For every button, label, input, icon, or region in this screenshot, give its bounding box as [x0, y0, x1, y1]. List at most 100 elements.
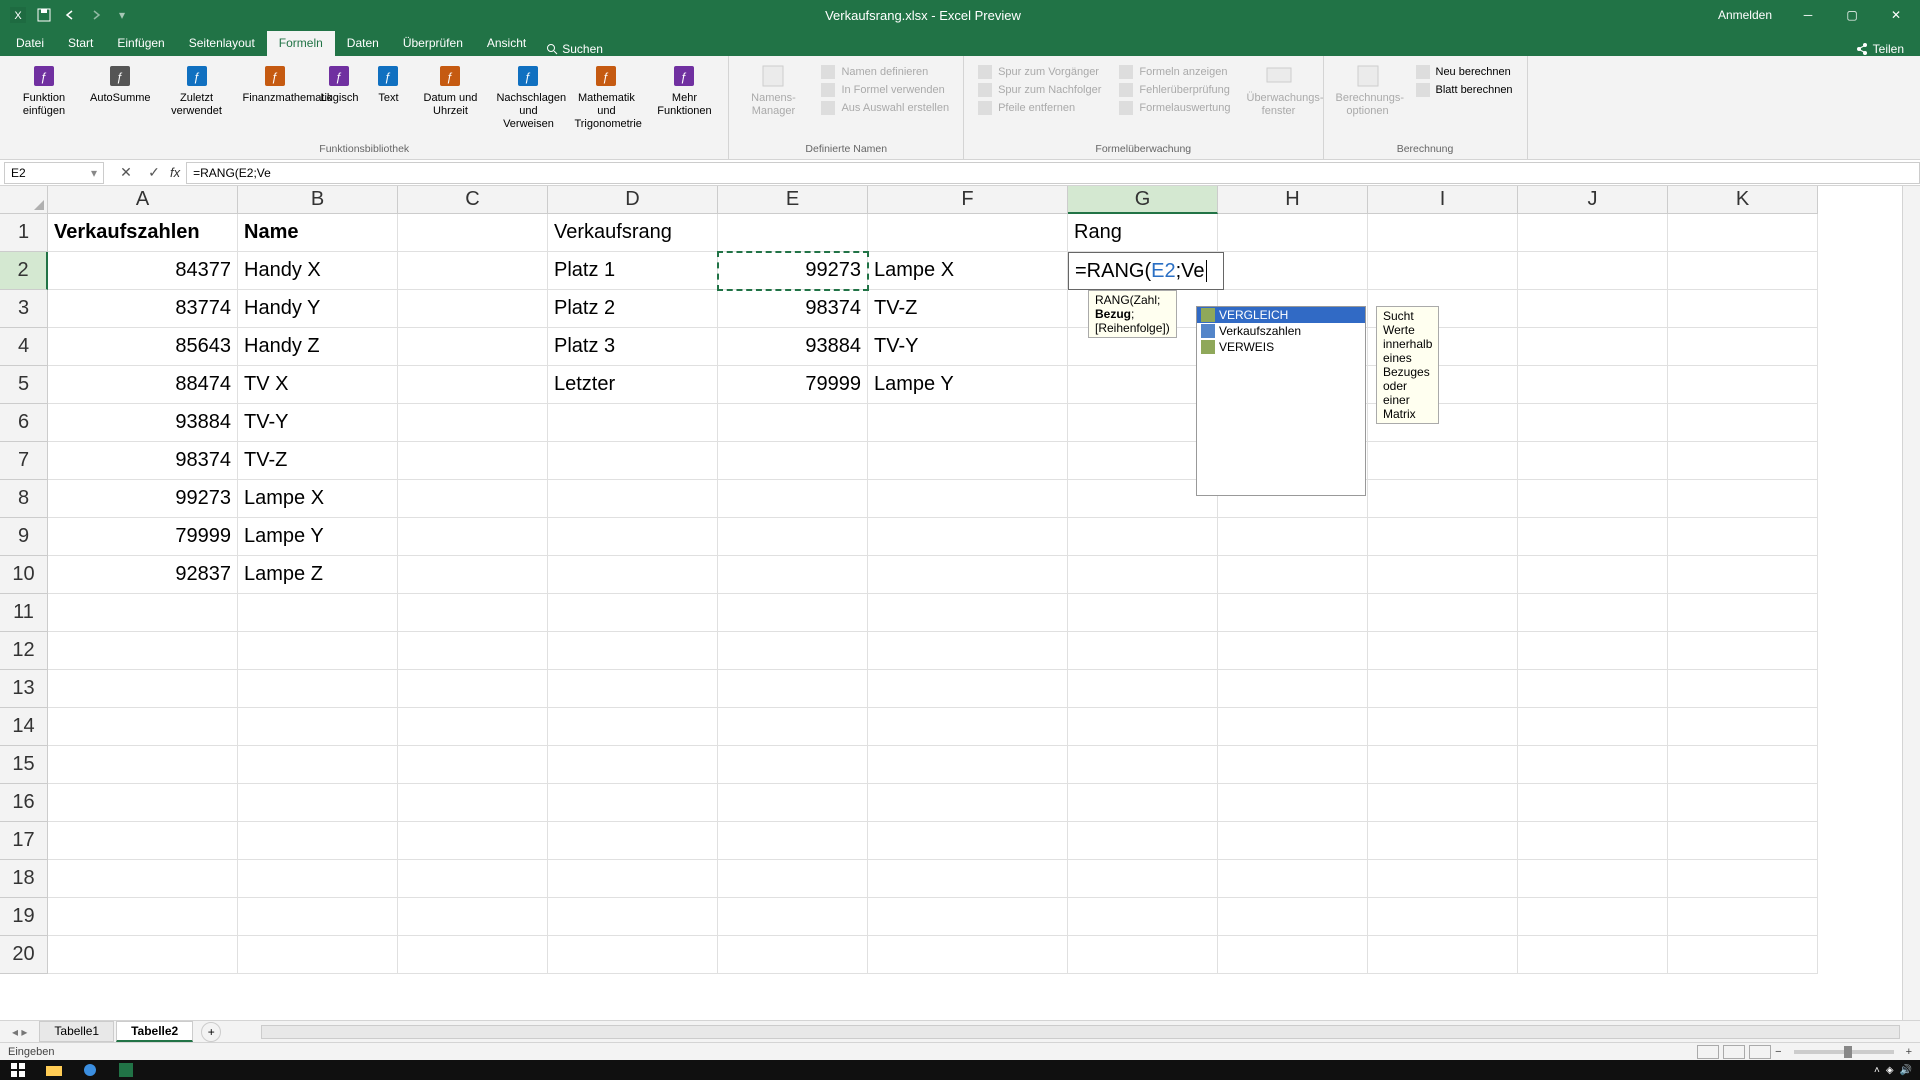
row-header[interactable]: 20 [0, 936, 48, 974]
row-header[interactable]: 13 [0, 670, 48, 708]
column-header[interactable]: K [1668, 186, 1818, 214]
zoom-slider[interactable] [1794, 1050, 1894, 1054]
ribbon-item[interactable]: Aus Auswahl erstellen [819, 100, 951, 116]
fn-lib-button[interactable]: ƒMehr Funktionen [646, 60, 722, 120]
column-header[interactable]: E [718, 186, 868, 214]
cell-J13[interactable] [1518, 670, 1668, 708]
cell-B7[interactable]: TV-Z [238, 442, 398, 480]
cell-F4[interactable]: TV-Y [868, 328, 1068, 366]
cell-G11[interactable] [1068, 594, 1218, 632]
cell-A12[interactable] [48, 632, 238, 670]
cell-J12[interactable] [1518, 632, 1668, 670]
cell-B16[interactable] [238, 784, 398, 822]
cell-I20[interactable] [1368, 936, 1518, 974]
cell-G19[interactable] [1068, 898, 1218, 936]
cell-J7[interactable] [1518, 442, 1668, 480]
cell-K16[interactable] [1668, 784, 1818, 822]
cell-J19[interactable] [1518, 898, 1668, 936]
cell-C15[interactable] [398, 746, 548, 784]
cell-I15[interactable] [1368, 746, 1518, 784]
cell-E18[interactable] [718, 860, 868, 898]
cell-A7[interactable]: 98374 [48, 442, 238, 480]
cell-I9[interactable] [1368, 518, 1518, 556]
cell-J15[interactable] [1518, 746, 1668, 784]
names-manager-button[interactable]: Namens-Manager [735, 60, 811, 120]
cell-K11[interactable] [1668, 594, 1818, 632]
cell-E4[interactable]: 93884 [718, 328, 868, 366]
cell-G15[interactable] [1068, 746, 1218, 784]
cell-F6[interactable] [868, 404, 1068, 442]
cell-C8[interactable] [398, 480, 548, 518]
cell-F3[interactable]: TV-Z [868, 290, 1068, 328]
row-header[interactable]: 2 [0, 252, 48, 290]
cell-F17[interactable] [868, 822, 1068, 860]
autocomplete-item[interactable]: VERGLEICH [1197, 307, 1365, 323]
ribbon-tab-einfügen[interactable]: Einfügen [105, 31, 176, 56]
undo-icon[interactable] [60, 5, 80, 25]
cell-K17[interactable] [1668, 822, 1818, 860]
cell-A17[interactable] [48, 822, 238, 860]
tell-me-search[interactable]: Suchen [546, 42, 603, 56]
cell-J18[interactable] [1518, 860, 1668, 898]
cell-E20[interactable] [718, 936, 868, 974]
column-header[interactable]: J [1518, 186, 1668, 214]
cell-E3[interactable]: 98374 [718, 290, 868, 328]
cell-D3[interactable]: Platz 2 [548, 290, 718, 328]
cell-G14[interactable] [1068, 708, 1218, 746]
cell-J2[interactable] [1518, 252, 1668, 290]
cell-E5[interactable]: 79999 [718, 366, 868, 404]
cell-H19[interactable] [1218, 898, 1368, 936]
redo-icon[interactable] [86, 5, 106, 25]
cell-E9[interactable] [718, 518, 868, 556]
cell-E15[interactable] [718, 746, 868, 784]
cell-H16[interactable] [1218, 784, 1368, 822]
cell-H9[interactable] [1218, 518, 1368, 556]
cell-E7[interactable] [718, 442, 868, 480]
cell-E16[interactable] [718, 784, 868, 822]
cell-J1[interactable] [1518, 214, 1668, 252]
ribbon-item[interactable]: Fehlerüberprüfung [1117, 82, 1232, 98]
ribbon-item[interactable]: Formeln anzeigen [1117, 64, 1232, 80]
cell-F12[interactable] [868, 632, 1068, 670]
cell-C7[interactable] [398, 442, 548, 480]
horizontal-scrollbar[interactable] [261, 1025, 1900, 1039]
ribbon-tab-daten[interactable]: Daten [335, 31, 391, 56]
cell-C14[interactable] [398, 708, 548, 746]
cell-J14[interactable] [1518, 708, 1668, 746]
cell-K19[interactable] [1668, 898, 1818, 936]
cell-K6[interactable] [1668, 404, 1818, 442]
fn-lib-button[interactable]: ƒNachschlagen und Verweisen [490, 60, 566, 134]
cell-D1[interactable]: Verkaufsrang [548, 214, 718, 252]
file-explorer-icon[interactable] [36, 1060, 72, 1080]
cell-C5[interactable] [398, 366, 548, 404]
maximize-button[interactable]: ▢ [1832, 1, 1872, 29]
enter-formula-button[interactable]: ✓ [142, 163, 166, 183]
watch-window-button[interactable]: Überwachungs-fenster [1241, 60, 1317, 120]
cell-D5[interactable]: Letzter [548, 366, 718, 404]
minimize-button[interactable]: ─ [1788, 1, 1828, 29]
cell-B10[interactable]: Lampe Z [238, 556, 398, 594]
cell-I2[interactable] [1368, 252, 1518, 290]
cell-A3[interactable]: 83774 [48, 290, 238, 328]
cell-A16[interactable] [48, 784, 238, 822]
add-sheet-button[interactable]: + [201, 1022, 221, 1042]
cell-D17[interactable] [548, 822, 718, 860]
ribbon-tab-seitenlayout[interactable]: Seitenlayout [177, 31, 267, 56]
ribbon-tab-datei[interactable]: Datei [4, 31, 56, 56]
cell-J6[interactable] [1518, 404, 1668, 442]
cell-E10[interactable] [718, 556, 868, 594]
cell-F5[interactable]: Lampe Y [868, 366, 1068, 404]
cell-A5[interactable]: 88474 [48, 366, 238, 404]
cell-K3[interactable] [1668, 290, 1818, 328]
cell-E17[interactable] [718, 822, 868, 860]
row-header[interactable]: 18 [0, 860, 48, 898]
qat-customize-icon[interactable]: ▾ [112, 5, 132, 25]
start-button[interactable] [0, 1060, 36, 1080]
cell-J5[interactable] [1518, 366, 1668, 404]
cell-J16[interactable] [1518, 784, 1668, 822]
cell-H20[interactable] [1218, 936, 1368, 974]
cell-B14[interactable] [238, 708, 398, 746]
cell-C12[interactable] [398, 632, 548, 670]
cell-B6[interactable]: TV-Y [238, 404, 398, 442]
fn-lib-button[interactable]: ƒText [366, 60, 410, 107]
